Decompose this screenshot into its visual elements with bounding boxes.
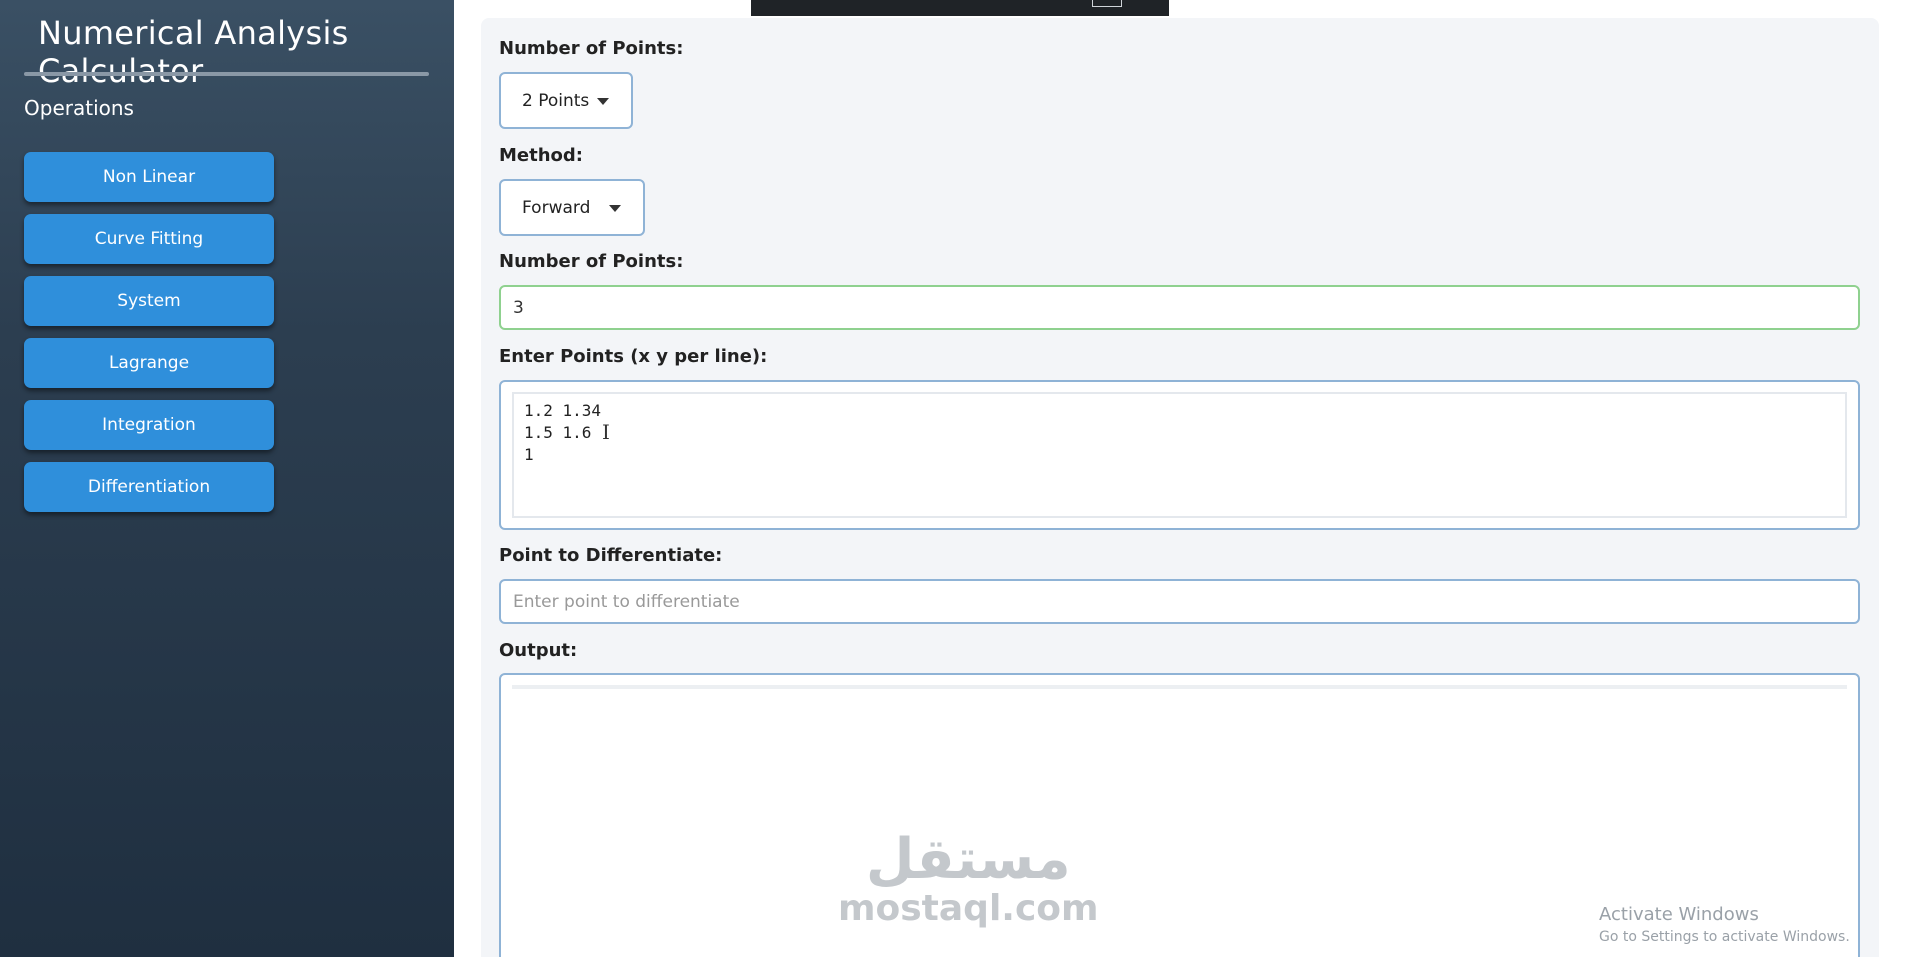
output-textarea[interactable] [512,685,1847,689]
method-select-label: Method: [499,145,583,166]
method-select[interactable]: Forward [499,179,645,236]
activate-windows-notice: Activate Windows Go to Settings to activ… [1599,904,1850,945]
num-points-value: 3 [513,297,524,318]
nav-button-label: System [117,291,181,311]
diff-point-label: Point to Differentiate: [499,545,723,566]
points-entry-label: Enter Points (x y per line): [499,346,768,367]
points-textarea[interactable]: 1.2 1.34 1.5 1.6 1 [512,392,1847,518]
watermark-latin: mostaql.com [838,888,1099,929]
nav-button-non-linear[interactable]: Non Linear [24,152,274,202]
nav-button-system[interactable]: System [24,276,274,326]
nav-button-label: Integration [102,415,196,435]
points-select[interactable]: 2 Points [499,72,633,129]
nav-button-integration[interactable]: Integration [24,400,274,450]
points-select-label: Number of Points: [499,38,684,59]
nav-button-label: Curve Fitting [94,229,204,249]
nav-button-label: Differentiation [87,477,211,497]
activate-subtitle: Go to Settings to activate Windows. [1599,929,1850,945]
points-select-value: 2 Points [522,90,590,111]
watermark-arabic: مستقل [865,827,1071,892]
text-cursor-icon: I [602,420,610,444]
points-textarea-frame: 1.2 1.34 1.5 1.6 1 [499,380,1860,530]
nav-button-lagrange[interactable]: Lagrange [24,338,274,388]
num-points-label: Number of Points: [499,251,684,272]
diff-point-placeholder: Enter point to differentiate [513,591,740,612]
operations-heading: Operations [24,96,134,120]
caret-down-icon [609,205,621,212]
nav-button-curve-fitting[interactable]: Curve Fitting [24,214,274,264]
diff-point-input[interactable]: Enter point to differentiate [499,579,1860,624]
window-icon [1092,0,1122,7]
app-title: Numerical Analysis Calculator [38,14,349,90]
method-select-value: Forward [522,197,591,218]
nav-button-label: Non Linear [102,167,196,187]
nav-button-differentiation[interactable]: Differentiation [24,462,274,512]
sidebar: Numerical Analysis Calculator Operations… [0,0,454,957]
watermark-logo: مستقل mostaql.com [838,830,1099,928]
screen-recorder-bar [751,0,1169,16]
title-divider [24,72,429,76]
caret-down-icon [597,98,609,105]
nav-button-label: Lagrange [108,353,190,373]
num-points-input[interactable]: 3 [499,285,1860,330]
activate-title: Activate Windows [1599,904,1759,925]
output-label: Output: [499,640,578,661]
